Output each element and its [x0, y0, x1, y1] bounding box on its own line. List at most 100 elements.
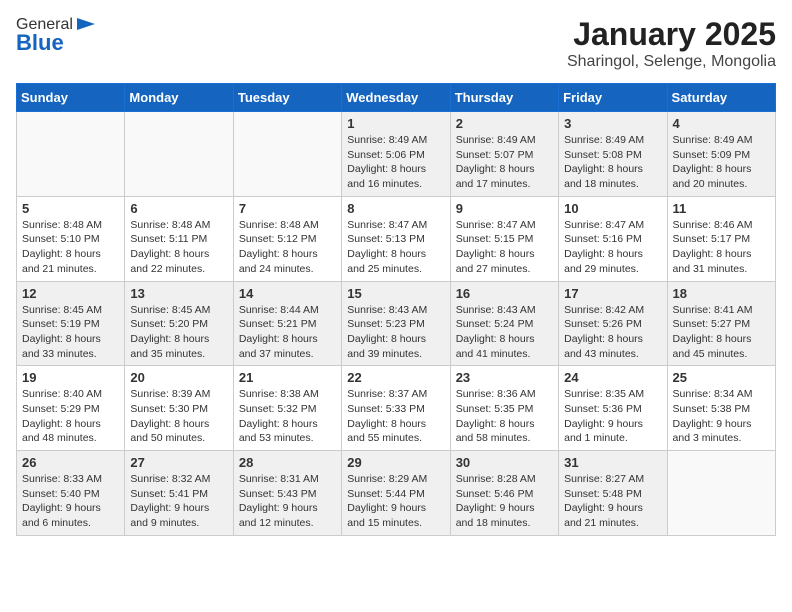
calendar-week-row: 5 Sunrise: 8:48 AM Sunset: 5:10 PM Daylig… — [17, 196, 776, 281]
day-info: Sunrise: 8:49 AM Sunset: 5:08 PM Dayligh… — [564, 133, 661, 192]
day-number: 10 — [564, 201, 661, 216]
calendar-cell: 10 Sunrise: 8:47 AM Sunset: 5:16 PM Dayli… — [559, 196, 667, 281]
calendar-cell: 26Sunrise: 8:33 AM Sunset: 5:40 PM Dayli… — [17, 451, 125, 536]
day-number: 18 — [673, 286, 770, 301]
calendar-cell: 22 Sunrise: 8:37 AM Sunset: 5:33 PM Dayli… — [342, 366, 450, 451]
day-info: Sunrise: 8:27 AM Sunset: 5:48 PM Dayligh… — [564, 472, 661, 531]
day-info: Sunrise: 8:45 AM Sunset: 5:20 PM Dayligh… — [130, 303, 227, 362]
day-number: 19 — [22, 370, 119, 385]
title-area: January 2025 Sharingol, Selenge, Mongoli… — [567, 16, 776, 71]
day-info: Sunrise: 8:44 AM Sunset: 5:21 PM Dayligh… — [239, 303, 336, 362]
day-number: 11 — [673, 201, 770, 216]
day-number: 8 — [347, 201, 444, 216]
calendar-week-row: 19Sunrise: 8:40 AM Sunset: 5:29 PM Dayli… — [17, 366, 776, 451]
calendar-cell: 18 Sunrise: 8:41 AM Sunset: 5:27 PM Dayli… — [667, 281, 775, 366]
day-info: Sunrise: 8:42 AM Sunset: 5:26 PM Dayligh… — [564, 303, 661, 362]
day-info: Sunrise: 8:33 AM Sunset: 5:40 PM Dayligh… — [22, 472, 119, 531]
day-info: Sunrise: 8:38 AM Sunset: 5:32 PM Dayligh… — [239, 387, 336, 446]
day-number: 12 — [22, 286, 119, 301]
weekday-header-row: SundayMondayTuesdayWednesdayThursdayFrid… — [17, 84, 776, 112]
calendar-cell: 17 Sunrise: 8:42 AM Sunset: 5:26 PM Dayli… — [559, 281, 667, 366]
day-number: 14 — [239, 286, 336, 301]
weekday-header-friday: Friday — [559, 84, 667, 112]
calendar-cell — [233, 112, 341, 197]
calendar-cell: 19Sunrise: 8:40 AM Sunset: 5:29 PM Dayli… — [17, 366, 125, 451]
calendar-cell: 16 Sunrise: 8:43 AM Sunset: 5:24 PM Dayli… — [450, 281, 558, 366]
day-info: Sunrise: 8:29 AM Sunset: 5:44 PM Dayligh… — [347, 472, 444, 531]
calendar-cell: 4 Sunrise: 8:49 AM Sunset: 5:09 PM Daylig… — [667, 112, 775, 197]
calendar-cell — [17, 112, 125, 197]
weekday-header-saturday: Saturday — [667, 84, 775, 112]
calendar-cell: 25Sunrise: 8:34 AM Sunset: 5:38 PM Dayli… — [667, 366, 775, 451]
day-info: Sunrise: 8:49 AM Sunset: 5:09 PM Dayligh… — [673, 133, 770, 192]
day-info: Sunrise: 8:43 AM Sunset: 5:24 PM Dayligh… — [456, 303, 553, 362]
day-info: Sunrise: 8:47 AM Sunset: 5:15 PM Dayligh… — [456, 218, 553, 277]
calendar-cell: 21Sunrise: 8:38 AM Sunset: 5:32 PM Dayli… — [233, 366, 341, 451]
day-info: Sunrise: 8:48 AM Sunset: 5:12 PM Dayligh… — [239, 218, 336, 277]
day-info: Sunrise: 8:28 AM Sunset: 5:46 PM Dayligh… — [456, 472, 553, 531]
day-info: Sunrise: 8:49 AM Sunset: 5:07 PM Dayligh… — [456, 133, 553, 192]
weekday-header-wednesday: Wednesday — [342, 84, 450, 112]
calendar-cell: 31 Sunrise: 8:27 AM Sunset: 5:48 PM Dayli… — [559, 451, 667, 536]
day-number: 28 — [239, 455, 336, 470]
day-number: 31 — [564, 455, 661, 470]
day-number: 15 — [347, 286, 444, 301]
calendar-cell: 13 Sunrise: 8:45 AM Sunset: 5:20 PM Dayli… — [125, 281, 233, 366]
day-number: 27 — [130, 455, 227, 470]
day-number: 13 — [130, 286, 227, 301]
weekday-header-monday: Monday — [125, 84, 233, 112]
calendar-cell — [667, 451, 775, 536]
calendar-cell: 27 Sunrise: 8:32 AM Sunset: 5:41 PM Dayli… — [125, 451, 233, 536]
day-number: 29 — [347, 455, 444, 470]
calendar-cell — [125, 112, 233, 197]
day-number: 4 — [673, 116, 770, 131]
logo: General Blue — [16, 16, 97, 56]
calendar-week-row: 1 Sunrise: 8:49 AM Sunset: 5:06 PM Daylig… — [17, 112, 776, 197]
calendar-cell: 1 Sunrise: 8:49 AM Sunset: 5:06 PM Daylig… — [342, 112, 450, 197]
calendar-cell: 6 Sunrise: 8:48 AM Sunset: 5:11 PM Daylig… — [125, 196, 233, 281]
day-number: 30 — [456, 455, 553, 470]
day-number: 3 — [564, 116, 661, 131]
header: General Blue January 2025 Sharingol, Sel… — [16, 16, 776, 71]
day-info: Sunrise: 8:43 AM Sunset: 5:23 PM Dayligh… — [347, 303, 444, 362]
day-number: 25 — [673, 370, 770, 385]
calendar-table: SundayMondayTuesdayWednesdayThursdayFrid… — [16, 83, 776, 536]
calendar-cell: 15 Sunrise: 8:43 AM Sunset: 5:23 PM Dayli… — [342, 281, 450, 366]
day-number: 22 — [347, 370, 444, 385]
calendar-cell: 11 Sunrise: 8:46 AM Sunset: 5:17 PM Dayli… — [667, 196, 775, 281]
day-info: Sunrise: 8:37 AM Sunset: 5:33 PM Dayligh… — [347, 387, 444, 446]
day-info: Sunrise: 8:41 AM Sunset: 5:27 PM Dayligh… — [673, 303, 770, 362]
day-info: Sunrise: 8:39 AM Sunset: 5:30 PM Dayligh… — [130, 387, 227, 446]
day-info: Sunrise: 8:47 AM Sunset: 5:16 PM Dayligh… — [564, 218, 661, 277]
calendar-cell: 24Sunrise: 8:35 AM Sunset: 5:36 PM Dayli… — [559, 366, 667, 451]
day-number: 20 — [130, 370, 227, 385]
day-info: Sunrise: 8:32 AM Sunset: 5:41 PM Dayligh… — [130, 472, 227, 531]
day-number: 16 — [456, 286, 553, 301]
day-info: Sunrise: 8:48 AM Sunset: 5:11 PM Dayligh… — [130, 218, 227, 277]
calendar-cell: 12 Sunrise: 8:45 AM Sunset: 5:19 PM Dayli… — [17, 281, 125, 366]
day-number: 17 — [564, 286, 661, 301]
day-info: Sunrise: 8:45 AM Sunset: 5:19 PM Dayligh… — [22, 303, 119, 362]
calendar-cell: 23 Sunrise: 8:36 AM Sunset: 5:35 PM Dayli… — [450, 366, 558, 451]
calendar-cell: 9Sunrise: 8:47 AM Sunset: 5:15 PM Daylig… — [450, 196, 558, 281]
calendar-cell: 2Sunrise: 8:49 AM Sunset: 5:07 PM Daylig… — [450, 112, 558, 197]
day-number: 6 — [130, 201, 227, 216]
calendar-cell: 5 Sunrise: 8:48 AM Sunset: 5:10 PM Daylig… — [17, 196, 125, 281]
day-info: Sunrise: 8:46 AM Sunset: 5:17 PM Dayligh… — [673, 218, 770, 277]
page-title: January 2025 — [567, 16, 776, 53]
calendar-cell: 30 Sunrise: 8:28 AM Sunset: 5:46 PM Dayli… — [450, 451, 558, 536]
calendar-cell: 14 Sunrise: 8:44 AM Sunset: 5:21 PM Dayli… — [233, 281, 341, 366]
day-number: 1 — [347, 116, 444, 131]
day-number: 5 — [22, 201, 119, 216]
day-number: 7 — [239, 201, 336, 216]
calendar-cell: 7 Sunrise: 8:48 AM Sunset: 5:12 PM Daylig… — [233, 196, 341, 281]
calendar-week-row: 26Sunrise: 8:33 AM Sunset: 5:40 PM Dayli… — [17, 451, 776, 536]
day-info: Sunrise: 8:49 AM Sunset: 5:06 PM Dayligh… — [347, 133, 444, 192]
day-number: 23 — [456, 370, 553, 385]
day-info: Sunrise: 8:35 AM Sunset: 5:36 PM Dayligh… — [564, 387, 661, 446]
page-subtitle: Sharingol, Selenge, Mongolia — [567, 53, 776, 71]
day-info: Sunrise: 8:48 AM Sunset: 5:10 PM Dayligh… — [22, 218, 119, 277]
calendar-week-row: 12 Sunrise: 8:45 AM Sunset: 5:19 PM Dayli… — [17, 281, 776, 366]
weekday-header-sunday: Sunday — [17, 84, 125, 112]
day-info: Sunrise: 8:36 AM Sunset: 5:35 PM Dayligh… — [456, 387, 553, 446]
